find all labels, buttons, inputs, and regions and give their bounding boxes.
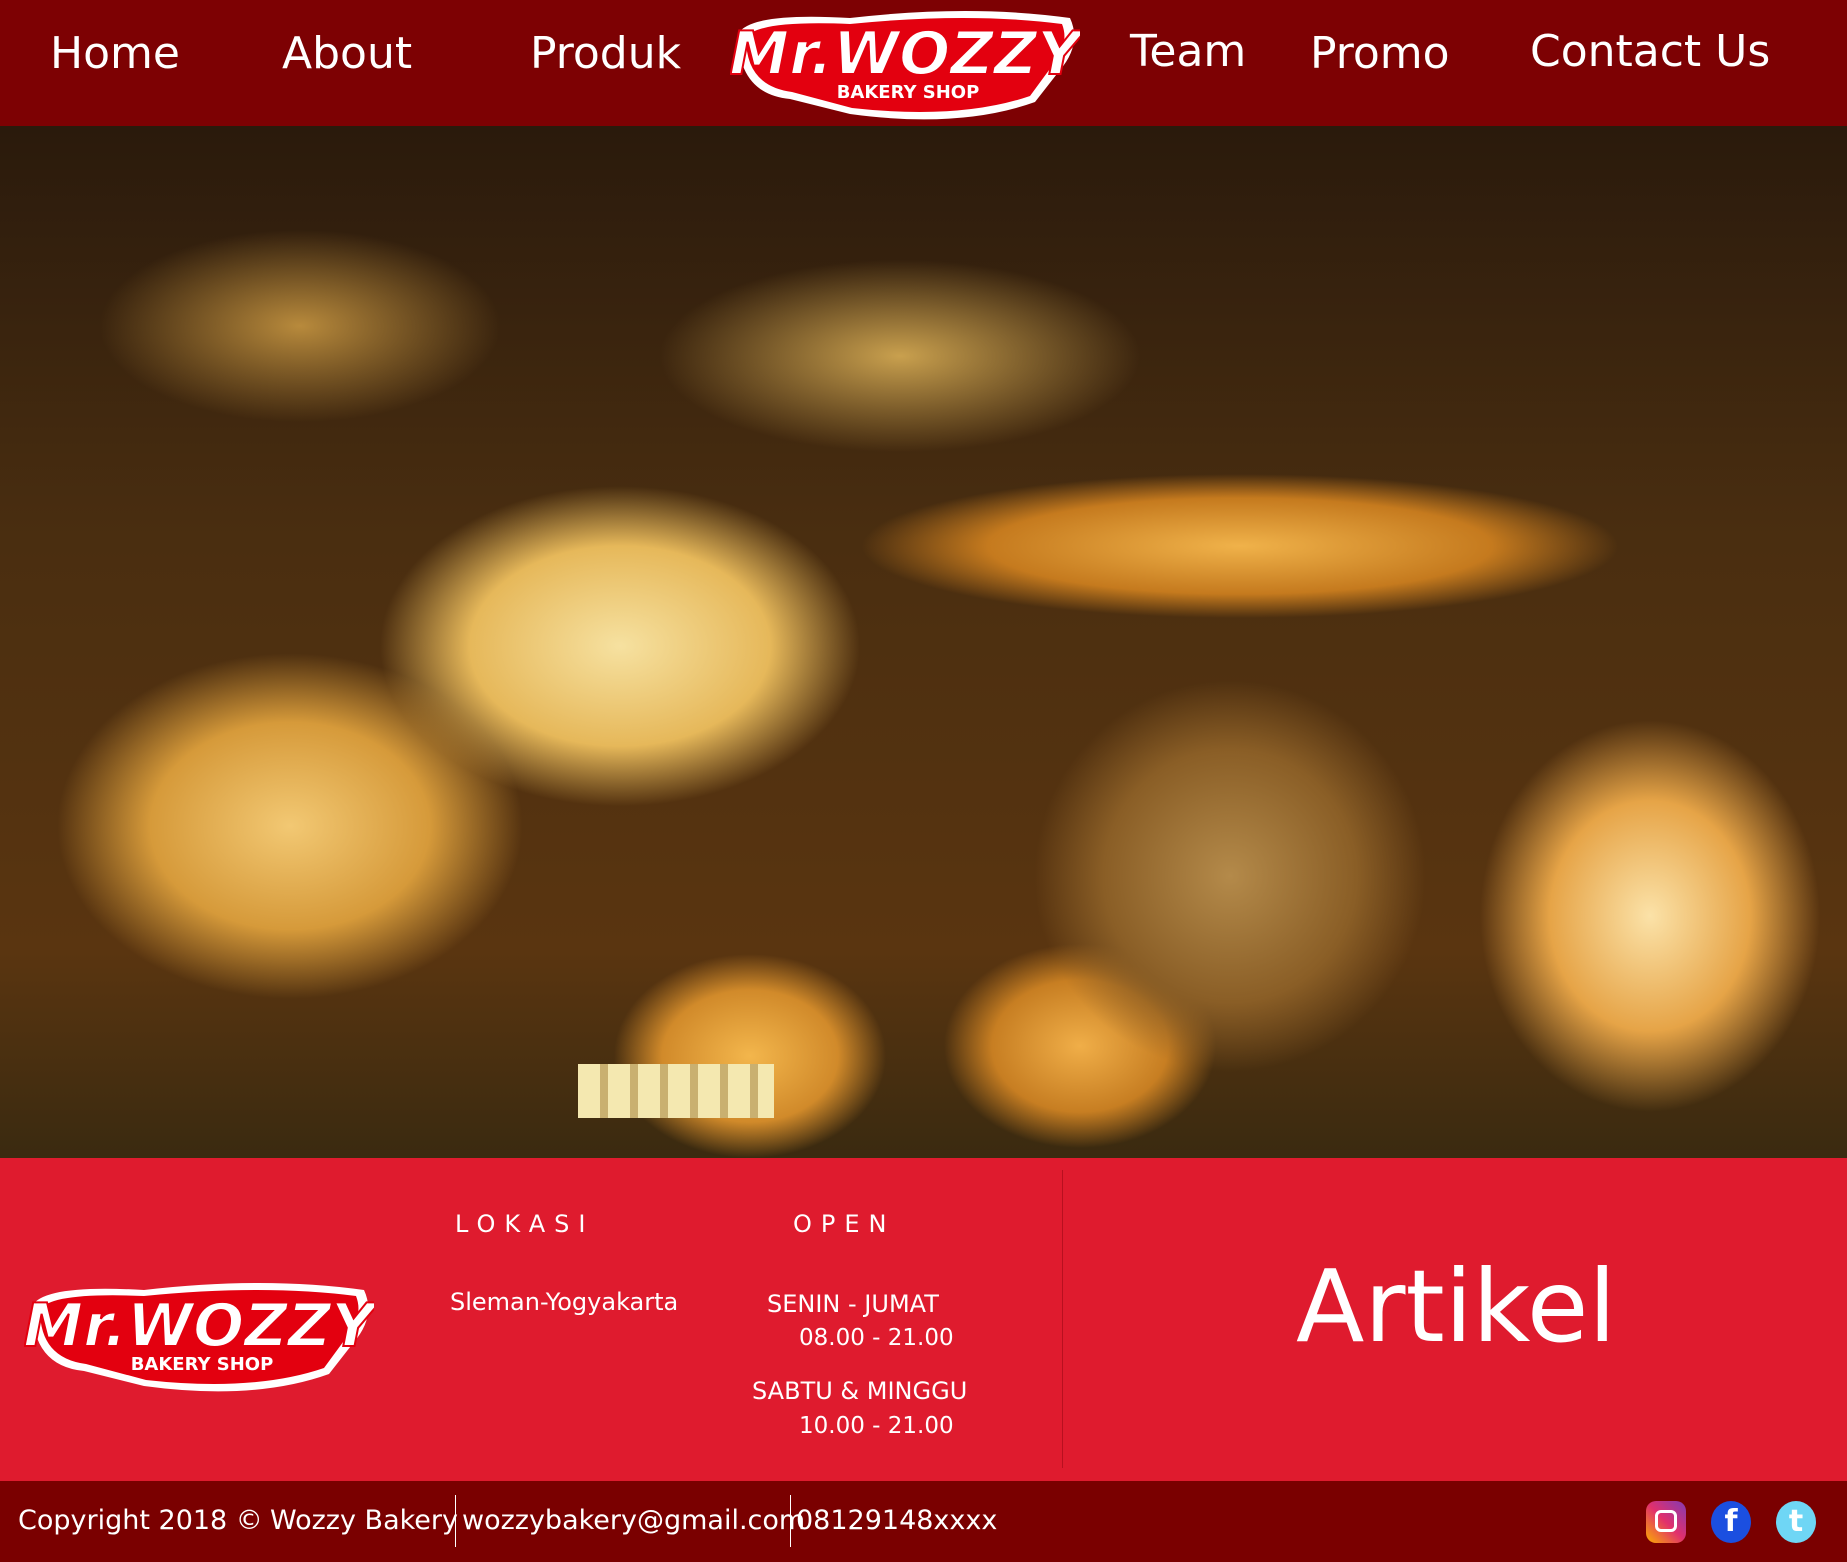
nav-team[interactable]: Team — [1130, 26, 1246, 77]
phone-number: 08129148xxxx — [796, 1505, 998, 1536]
hero-bread-image — [0, 126, 1847, 1158]
nav-about[interactable]: About — [282, 28, 412, 79]
nav-home[interactable]: Home — [50, 28, 180, 79]
section-divider — [1062, 1170, 1063, 1468]
info-section: Mr.WOZZY BAKERY SHOP LOKASI Sleman-Yogya… — [0, 1158, 1847, 1481]
svg-text:Mr.WOZZY: Mr.WOZZY — [24, 1291, 374, 1361]
facebook-icon[interactable]: f — [1711, 1501, 1751, 1543]
artikel-link[interactable]: Artikel — [1296, 1248, 1616, 1365]
svg-text:BAKERY SHOP: BAKERY SHOP — [837, 82, 980, 103]
weekday-hours: 08.00 - 21.00 — [799, 1325, 954, 1351]
svg-text:BAKERY SHOP: BAKERY SHOP — [131, 1354, 274, 1375]
weekend-hours: 10.00 - 21.00 — [799, 1413, 954, 1439]
lokasi-value: Sleman-Yogyakarta — [450, 1288, 679, 1316]
instagram-icon[interactable] — [1646, 1501, 1686, 1543]
footer-logo: Mr.WOZZY BAKERY SHOP — [24, 1283, 374, 1392]
nav-produk[interactable]: Produk — [530, 28, 681, 79]
top-nav: Home About Produk Team Promo Contact Us … — [0, 0, 1847, 126]
footer: Copyright 2018 © Wozzy Bakery wozzybaker… — [0, 1481, 1847, 1562]
separator — [455, 1495, 456, 1547]
copyright-text: Copyright 2018 © — [18, 1505, 263, 1536]
weekday-label: SENIN - JUMAT — [767, 1290, 939, 1318]
weekend-label: SABTU & MINGGU — [752, 1377, 968, 1405]
hero-label-decoration — [578, 1064, 774, 1118]
open-label: OPEN — [793, 1210, 896, 1238]
brand-logo[interactable]: Mr.WOZZY BAKERY SHOP — [730, 4, 1080, 126]
lokasi-label: LOKASI — [455, 1210, 595, 1238]
nav-contact-us[interactable]: Contact Us — [1530, 26, 1770, 77]
company-name: Wozzy Bakery — [270, 1505, 458, 1536]
separator — [790, 1495, 791, 1547]
twitter-icon[interactable]: t — [1776, 1501, 1816, 1543]
svg-text:Mr.WOZZY: Mr.WOZZY — [730, 19, 1080, 89]
nav-promo[interactable]: Promo — [1310, 28, 1450, 79]
email-link[interactable]: wozzybakery@gmail.com — [462, 1505, 805, 1536]
